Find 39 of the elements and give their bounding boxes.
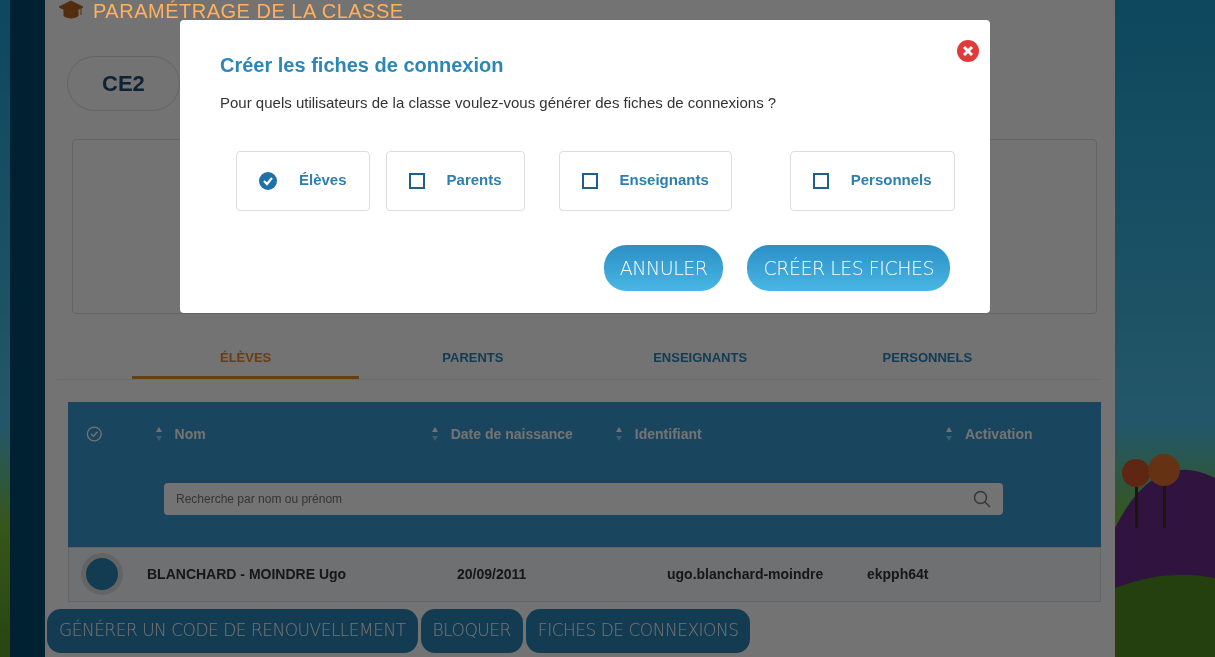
tab[interactable]: ENSEIGNANTS bbox=[586, 342, 814, 379]
check-circle-icon bbox=[259, 171, 277, 190]
checkbox-icon bbox=[408, 172, 425, 189]
action-button[interactable]: BLOQUER bbox=[420, 609, 523, 653]
table-cell-text: 20/09/2011 bbox=[457, 564, 528, 584]
table-cell-text: ugo.blanchard-moindre bbox=[667, 564, 825, 584]
dialog-button[interactable]: ANNULER bbox=[603, 244, 724, 291]
action-button[interactable]: GÉNÉRER UN CODE DE RENOUVELLEMENT bbox=[47, 609, 418, 653]
dialog-button[interactable]: CRÉER LES FICHES bbox=[747, 244, 950, 291]
column-header[interactable]: Identifiant bbox=[634, 423, 702, 445]
search-field[interactable]: Recherche par nom ou prénom bbox=[164, 482, 1003, 515]
tab[interactable]: ÉLÈVES bbox=[132, 342, 360, 379]
graduation-cap-icon bbox=[57, 0, 85, 22]
option-checkbox[interactable]: Personnels bbox=[789, 150, 955, 211]
sort-icon[interactable] bbox=[944, 425, 953, 443]
avatar-icon bbox=[81, 553, 123, 595]
option-checkbox[interactable]: Enseignants bbox=[558, 150, 732, 211]
sort-icon[interactable] bbox=[154, 425, 163, 443]
option-checkbox[interactable]: Élèves bbox=[236, 150, 370, 211]
tab[interactable]: PARENTS bbox=[359, 342, 587, 379]
table-row[interactable]: BLANCHARD - MOINDRE Ugo 20/09/2011 ugo.blanchard-moindre ekpph64t bbox=[68, 546, 1101, 602]
page-title: PARAMÉTRAGE DE LA CLASSE bbox=[93, 2, 404, 20]
table-cell-text: BLANCHARD - MOINDRE Ugo bbox=[147, 564, 348, 584]
column-header[interactable]: Nom bbox=[174, 423, 206, 445]
sort-icon[interactable] bbox=[430, 425, 439, 443]
sort-icon[interactable] bbox=[614, 425, 623, 443]
column-header[interactable]: Activation bbox=[964, 423, 1033, 445]
dialog-question: Pour quels utilisateurs de la classe voulez-vous générer des fiches de connexions ? bbox=[220, 93, 778, 113]
search-icon[interactable] bbox=[973, 489, 991, 508]
select-all-icon[interactable] bbox=[86, 425, 103, 443]
column-header[interactable]: Date de naissance bbox=[450, 423, 573, 445]
option-checkbox[interactable]: Parents bbox=[385, 150, 525, 211]
checkbox-icon bbox=[581, 172, 598, 189]
close-button[interactable] bbox=[956, 38, 980, 63]
tab[interactable]: PERSONNELS bbox=[813, 342, 1041, 379]
dialog-title: Créer les fiches de connexion bbox=[220, 53, 505, 78]
action-button[interactable]: FICHES DE CONNEXIONS bbox=[525, 609, 751, 653]
table-cell-text: ekpph64t bbox=[867, 564, 930, 584]
checkbox-icon bbox=[812, 172, 829, 189]
